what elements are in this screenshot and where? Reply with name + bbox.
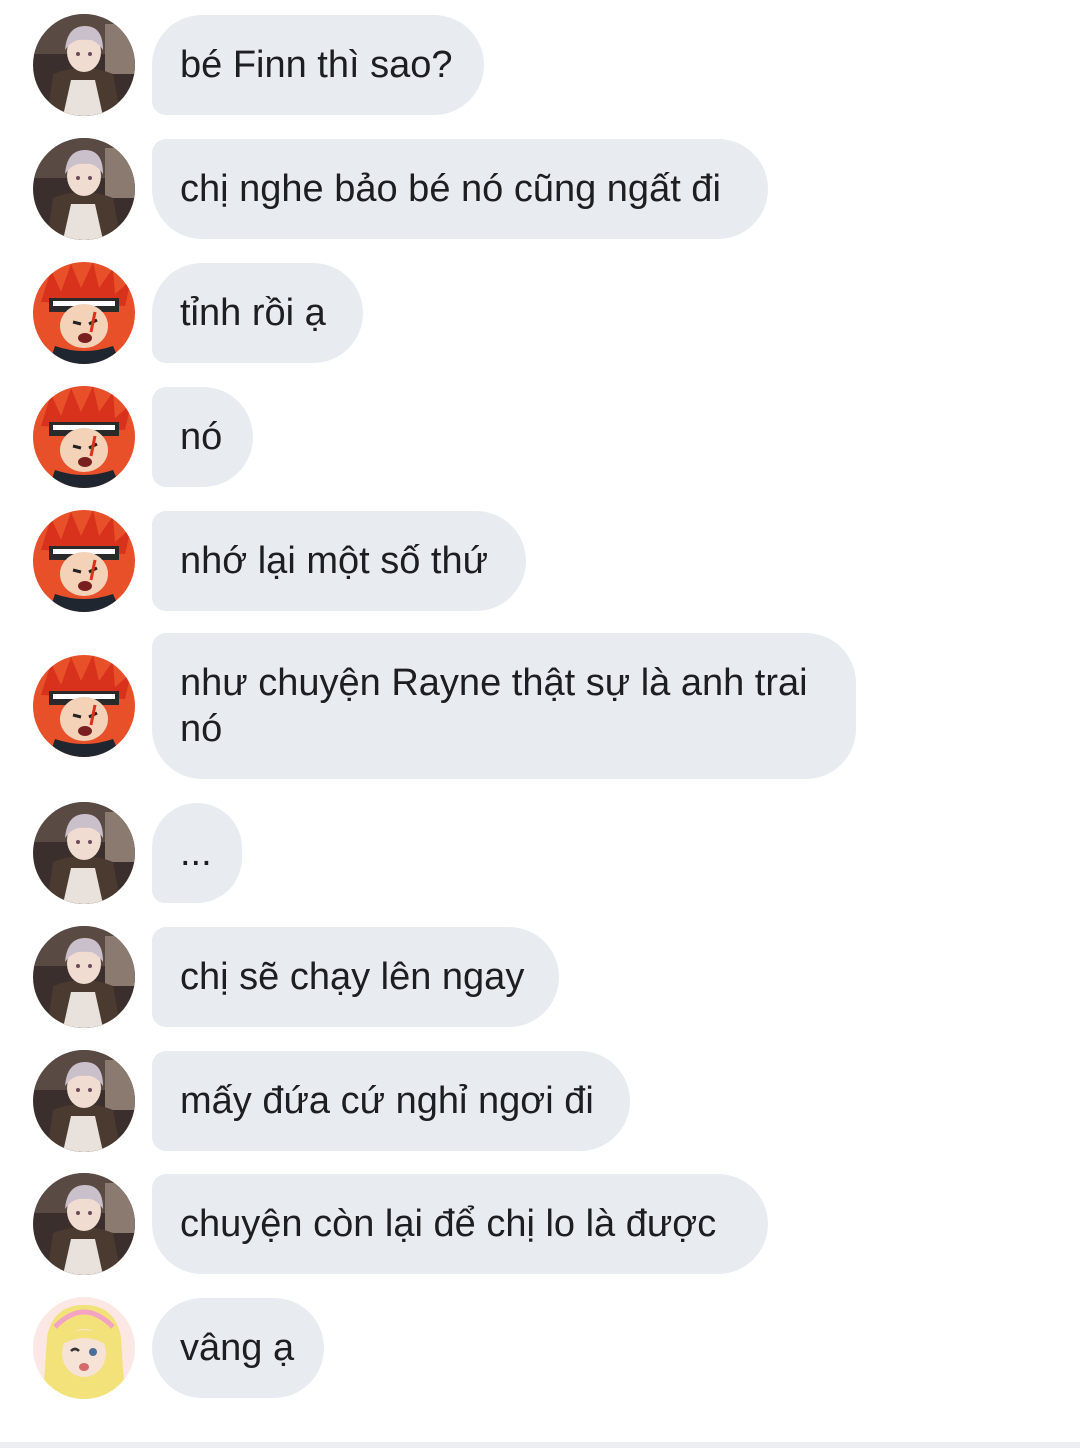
bottom-divider [0, 1442, 1080, 1448]
message-row: mấy đứa cứ nghỉ ngơi đi [0, 1050, 1080, 1152]
message-row: tỉnh rồi ạ [0, 262, 1080, 364]
message-bubble[interactable]: bé Finn thì sao? [152, 15, 484, 115]
silver-hair-avatar-icon[interactable] [33, 14, 135, 116]
message-bubble[interactable]: tỉnh rồi ạ [152, 263, 363, 363]
silver-hair-avatar-icon[interactable] [33, 926, 135, 1028]
message-row: như chuyện Rayne thật sự là anh trai nó [0, 633, 1080, 779]
message-bubble[interactable]: như chuyện Rayne thật sự là anh trai nó [152, 633, 856, 779]
message-row: bé Finn thì sao? [0, 14, 1080, 116]
message-bubble[interactable]: nó [152, 387, 253, 487]
message-row: nó [0, 386, 1080, 488]
message-bubble[interactable]: vâng ạ [152, 1298, 324, 1398]
message-row: chuyện còn lại để chị lo là được [0, 1173, 1080, 1275]
blonde-hair-avatar-icon[interactable] [33, 1297, 135, 1399]
message-bubble[interactable]: mấy đứa cứ nghỉ ngơi đi [152, 1051, 630, 1151]
message-bubble[interactable]: ... [152, 803, 242, 903]
message-bubble[interactable]: chuyện còn lại để chị lo là được [152, 1174, 768, 1274]
message-bubble[interactable]: nhớ lại một số thứ [152, 511, 526, 611]
red-spiky-hair-avatar-icon[interactable] [33, 510, 135, 612]
silver-hair-avatar-icon[interactable] [33, 802, 135, 904]
red-spiky-hair-avatar-icon[interactable] [33, 386, 135, 488]
message-bubble[interactable]: chị nghe bảo bé nó cũng ngất đi [152, 139, 768, 239]
message-row: vâng ạ [0, 1297, 1080, 1399]
chat-thread: bé Finn thì sao? chị nghe bảo bé nó cũng … [0, 0, 1080, 1448]
silver-hair-avatar-icon[interactable] [33, 1173, 135, 1275]
red-spiky-hair-avatar-icon[interactable] [33, 262, 135, 364]
message-row: chị sẽ chạy lên ngay [0, 926, 1080, 1028]
message-bubble[interactable]: chị sẽ chạy lên ngay [152, 927, 559, 1027]
silver-hair-avatar-icon[interactable] [33, 1050, 135, 1152]
message-row: chị nghe bảo bé nó cũng ngất đi [0, 138, 1080, 240]
red-spiky-hair-avatar-icon[interactable] [33, 655, 135, 757]
silver-hair-avatar-icon[interactable] [33, 138, 135, 240]
message-row: ... [0, 802, 1080, 904]
message-row: nhớ lại một số thứ [0, 510, 1080, 612]
